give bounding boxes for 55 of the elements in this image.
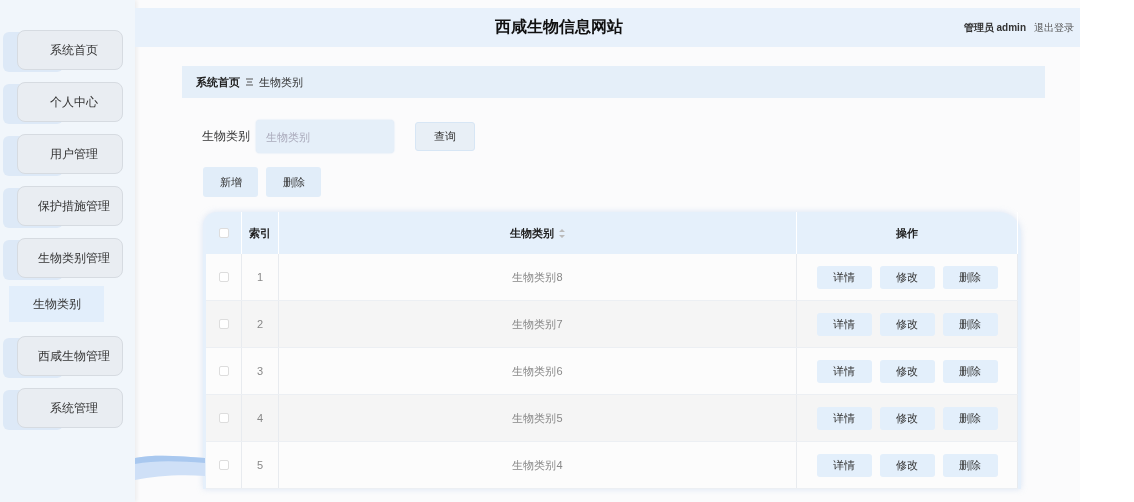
menu-item[interactable]: 保护措施管理	[17, 186, 123, 226]
menu-item[interactable]: 系统管理	[17, 388, 123, 428]
row-action-button[interactable]: 修改	[879, 265, 935, 289]
table-cell: 5	[256, 459, 264, 471]
table-cell: 生物类别5	[512, 410, 563, 426]
logout-link[interactable]: 退出登录	[1034, 20, 1074, 35]
table-cell: 4	[256, 412, 264, 424]
row-action-button[interactable]: 删除	[942, 453, 998, 477]
checkbox[interactable]	[218, 319, 229, 329]
row-action-button[interactable]: 详情	[816, 359, 872, 383]
menu-item[interactable]: 用户管理	[17, 134, 123, 174]
search-field[interactable]: 生物类别	[256, 120, 394, 153]
toolbar-button[interactable]: 新增	[203, 167, 258, 197]
row-action-button[interactable]: 删除	[942, 265, 998, 289]
sort-icon[interactable]	[559, 228, 565, 238]
row-action-button[interactable]: 修改	[879, 312, 935, 336]
table-cell: 生物类别7	[512, 316, 563, 332]
checkbox[interactable]	[218, 228, 229, 238]
column-header: 操作	[896, 225, 918, 241]
column-header: 生物类别	[510, 225, 554, 241]
table-cell: 2	[256, 318, 264, 330]
checkbox[interactable]	[218, 366, 229, 376]
breadcrumb-item[interactable]: 系统首页	[196, 74, 240, 90]
submenu-item[interactable]: 生物类别	[9, 286, 104, 322]
breadcrumb-item[interactable]: 生物类别	[259, 74, 303, 90]
table-cell: 生物类别6	[512, 363, 563, 379]
row-action-button[interactable]: 修改	[879, 359, 935, 383]
row-action-button[interactable]: 删除	[942, 406, 998, 430]
menu-item[interactable]: 西咸生物管理	[17, 336, 123, 376]
checkbox[interactable]	[218, 460, 229, 470]
table-cell: 1	[256, 271, 264, 283]
row-action-button[interactable]: 修改	[879, 406, 935, 430]
row-action-button[interactable]: 删除	[942, 359, 998, 383]
menu-item[interactable]: 系统首页	[17, 30, 123, 70]
column-header: 索引	[249, 225, 271, 241]
checkbox[interactable]	[218, 272, 229, 282]
menu-item[interactable]: 个人中心	[17, 82, 123, 122]
table-cell: 3	[256, 365, 264, 377]
row-action-button[interactable]: 详情	[816, 453, 872, 477]
wave-decoration	[135, 454, 205, 480]
checkbox[interactable]	[218, 413, 229, 423]
row-action-button[interactable]: 详情	[816, 265, 872, 289]
row-action-button[interactable]: 删除	[942, 312, 998, 336]
menu-item[interactable]: 生物类别管理	[17, 238, 123, 278]
search-label: 生物类别	[202, 128, 250, 145]
query-button[interactable]: 查询	[415, 122, 475, 151]
table-cell: 生物类别8	[512, 269, 563, 285]
site-title: 西咸生物信息网站	[494, 17, 625, 37]
row-action-button[interactable]: 详情	[816, 406, 872, 430]
separator-icon	[246, 78, 253, 86]
row-action-button[interactable]: 详情	[816, 312, 872, 336]
row-action-button[interactable]: 修改	[879, 453, 935, 477]
toolbar-button[interactable]: 删除	[266, 167, 321, 197]
table-cell: 生物类别4	[512, 457, 563, 473]
user-label: 管理员 admin	[963, 20, 1026, 35]
